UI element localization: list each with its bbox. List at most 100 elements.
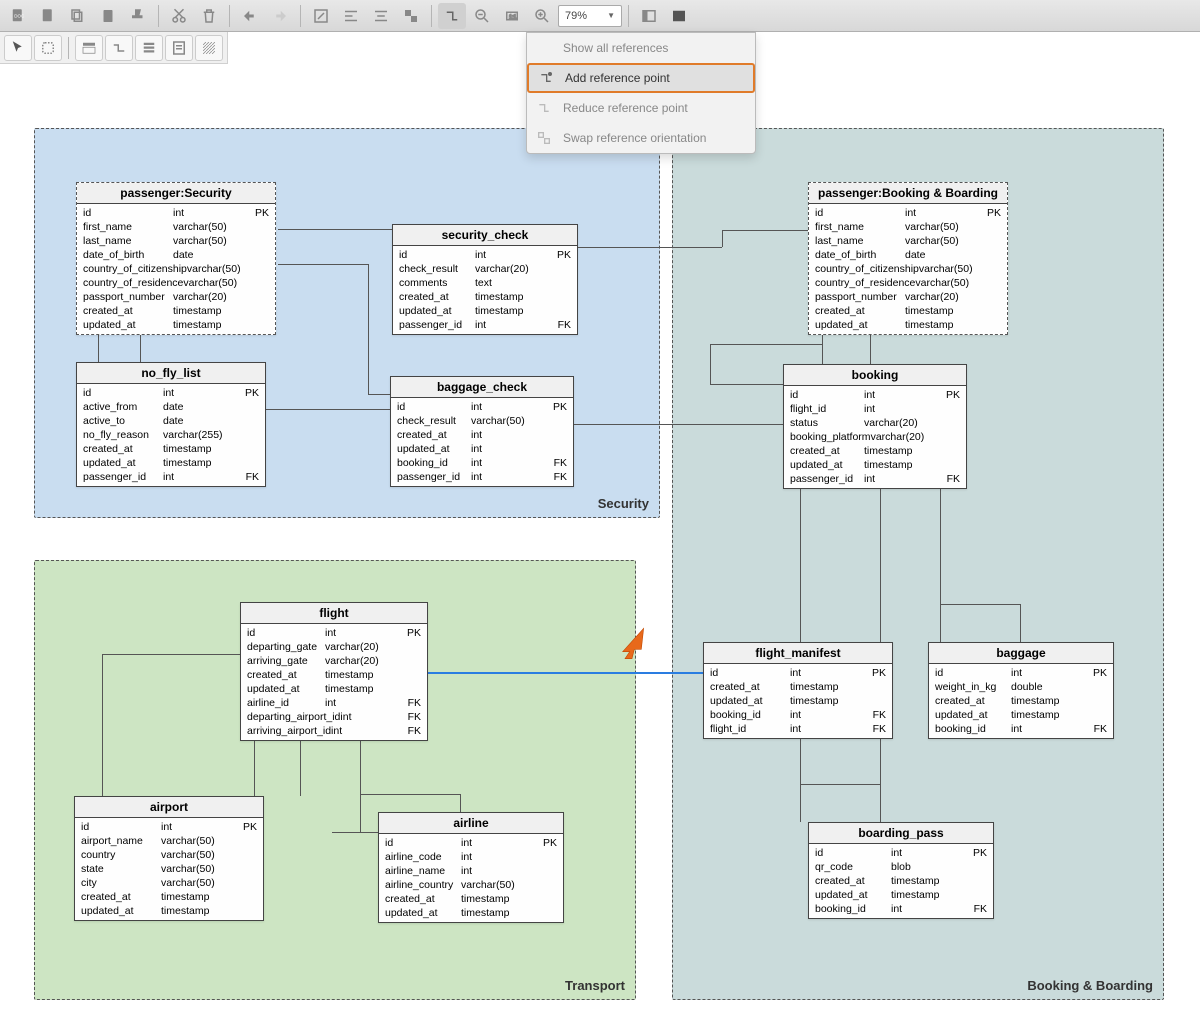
entity-baggage-check[interactable]: baggage_checkidintPKcheck_resultvarchar(… (390, 376, 574, 487)
entity-column: idintPK (809, 846, 993, 860)
entity-column: created_attimestamp (77, 442, 265, 456)
entity-column: idintPK (241, 626, 427, 640)
menu-label: Reduce reference point (563, 101, 688, 115)
align-center-icon[interactable] (367, 3, 395, 29)
connector (278, 264, 368, 265)
connector (332, 832, 380, 833)
menu-swap-reference-orientation[interactable]: Swap reference orientation (527, 123, 755, 153)
zoom-out-icon[interactable] (468, 3, 496, 29)
connector (940, 604, 1020, 605)
menu-reduce-reference-point[interactable]: Reduce reference point (527, 93, 755, 123)
entity-title: no_fly_list (77, 363, 265, 384)
entity-column: booking_idintFK (929, 722, 1113, 736)
entity-column: created_attimestamp (809, 874, 993, 888)
zoom-in-icon[interactable] (528, 3, 556, 29)
stamp-icon[interactable] (124, 3, 152, 29)
menu-show-all-references[interactable]: Show all references (527, 33, 755, 63)
redo-icon[interactable] (266, 3, 294, 29)
entity-column: check_resultvarchar(50) (391, 414, 573, 428)
cut-icon[interactable] (165, 3, 193, 29)
menu-add-reference-point[interactable]: Add reference point (527, 63, 755, 93)
entity-column: updated_attimestamp (379, 906, 563, 920)
entity-title: booking (784, 365, 966, 386)
note-tool-icon[interactable] (165, 35, 193, 61)
entity-column: cityvarchar(50) (75, 876, 263, 890)
delete-icon[interactable] (195, 3, 223, 29)
entity-flight[interactable]: flight idintPKdeparting_gatevarchar(20)ar… (240, 602, 428, 741)
menu-label: Add reference point (565, 71, 670, 85)
entity-column: updated_attimestamp (704, 694, 892, 708)
entity-title: flight (241, 603, 427, 624)
entity-column: departing_airport_idintFK (241, 710, 427, 724)
zoom-fit-icon[interactable]: 1:1 (498, 3, 526, 29)
entity-column: idintPK (77, 206, 275, 220)
connector (722, 230, 808, 231)
entity-column: airline_idintFK (241, 696, 427, 710)
align-left-icon[interactable] (337, 3, 365, 29)
entity-security-check[interactable]: security_checkidintPKcheck_resultvarchar… (392, 224, 578, 335)
pointer-tool-icon[interactable] (4, 35, 32, 61)
paste-icon[interactable] (94, 3, 122, 29)
entity-column: qr_codeblob (809, 860, 993, 874)
entity-no-fly-list[interactable]: no_fly_listidintPKactive_fromdateactive_… (76, 362, 266, 487)
menu-label: Show all references (563, 41, 668, 55)
list-tool-icon[interactable] (135, 35, 163, 61)
entity-passenger-security[interactable]: passenger:SecurityidintPKfirst_namevarch… (76, 182, 276, 335)
connector (722, 230, 723, 247)
entity-column: commentstext (393, 276, 577, 290)
connector (940, 480, 941, 642)
entity-title: airport (75, 797, 263, 818)
entity-column: last_namevarchar(50) (77, 234, 275, 248)
entity-column: booking_idintFK (391, 456, 573, 470)
swap-ref-icon (535, 129, 553, 147)
entity-column: departing_gatevarchar(20) (241, 640, 427, 654)
entity-title: baggage (929, 643, 1113, 664)
undo-icon[interactable] (236, 3, 264, 29)
new-item-icon[interactable] (34, 3, 62, 29)
entity-column: active_todate (77, 414, 265, 428)
entity-passenger-booking[interactable]: passenger:Booking & BoardingidintPKfirst… (808, 182, 1008, 335)
entity-baggage[interactable]: baggageidintPKweight_in_kgdoublecreated_… (928, 642, 1114, 739)
entity-column: countryvarchar(50) (75, 848, 263, 862)
connector-dropdown-icon[interactable] (438, 3, 466, 29)
entity-column: flight_idintFK (704, 722, 892, 736)
menu-label: Swap reference orientation (563, 131, 706, 145)
entity-column: arriving_gatevarchar(20) (241, 654, 427, 668)
entity-column: date_of_birthdate (809, 248, 1007, 262)
entity-column: idintPK (704, 666, 892, 680)
copy-icon[interactable] (64, 3, 92, 29)
entity-column: no_fly_reasonvarchar(255) (77, 428, 265, 442)
diagram-canvas[interactable]: Security Transport Booking & Boarding (0, 64, 1200, 1016)
svg-text:1:1: 1:1 (509, 14, 516, 20)
edit-icon[interactable] (307, 3, 335, 29)
entity-column: first_namevarchar(50) (77, 220, 275, 234)
entity-flight-manifest[interactable]: flight_manifestidintPKcreated_attimestam… (703, 642, 893, 739)
entity-airline[interactable]: airlineidintPKairline_codeintairline_nam… (378, 812, 564, 923)
reduce-ref-icon (535, 99, 553, 117)
table-tool-icon[interactable] (75, 35, 103, 61)
connector (710, 344, 822, 345)
connector (573, 424, 783, 425)
fill-tool-icon[interactable] (195, 35, 223, 61)
relation-tool-icon[interactable] (105, 35, 133, 61)
entity-airport[interactable]: airportidintPKairport_namevarchar(50)cou… (74, 796, 264, 921)
panel-right-icon[interactable] (665, 3, 693, 29)
entity-column: idintPK (784, 388, 966, 402)
zoom-select[interactable]: 79% ▼ (558, 5, 622, 27)
entity-column: created_attimestamp (75, 890, 263, 904)
entity-column: created_attimestamp (393, 290, 577, 304)
doc-icon[interactable]: DOC (4, 3, 32, 29)
add-ref-icon (537, 69, 555, 87)
panel-left-icon[interactable] (635, 3, 663, 29)
entity-column: created_attimestamp (77, 304, 275, 318)
entity-boarding-pass[interactable]: boarding_passidintPKqr_codeblobcreated_a… (808, 822, 994, 919)
entity-column: updated_attimestamp (393, 304, 577, 318)
connector (710, 344, 711, 384)
marquee-tool-icon[interactable] (34, 35, 62, 61)
entity-column: updated_attimestamp (809, 888, 993, 902)
entity-column: airline_nameint (379, 864, 563, 878)
connector (360, 794, 460, 795)
arrange-icon[interactable] (397, 3, 425, 29)
entity-booking[interactable]: bookingidintPKflight_idintstatusvarchar(… (783, 364, 967, 489)
connector-selected[interactable] (428, 672, 703, 674)
